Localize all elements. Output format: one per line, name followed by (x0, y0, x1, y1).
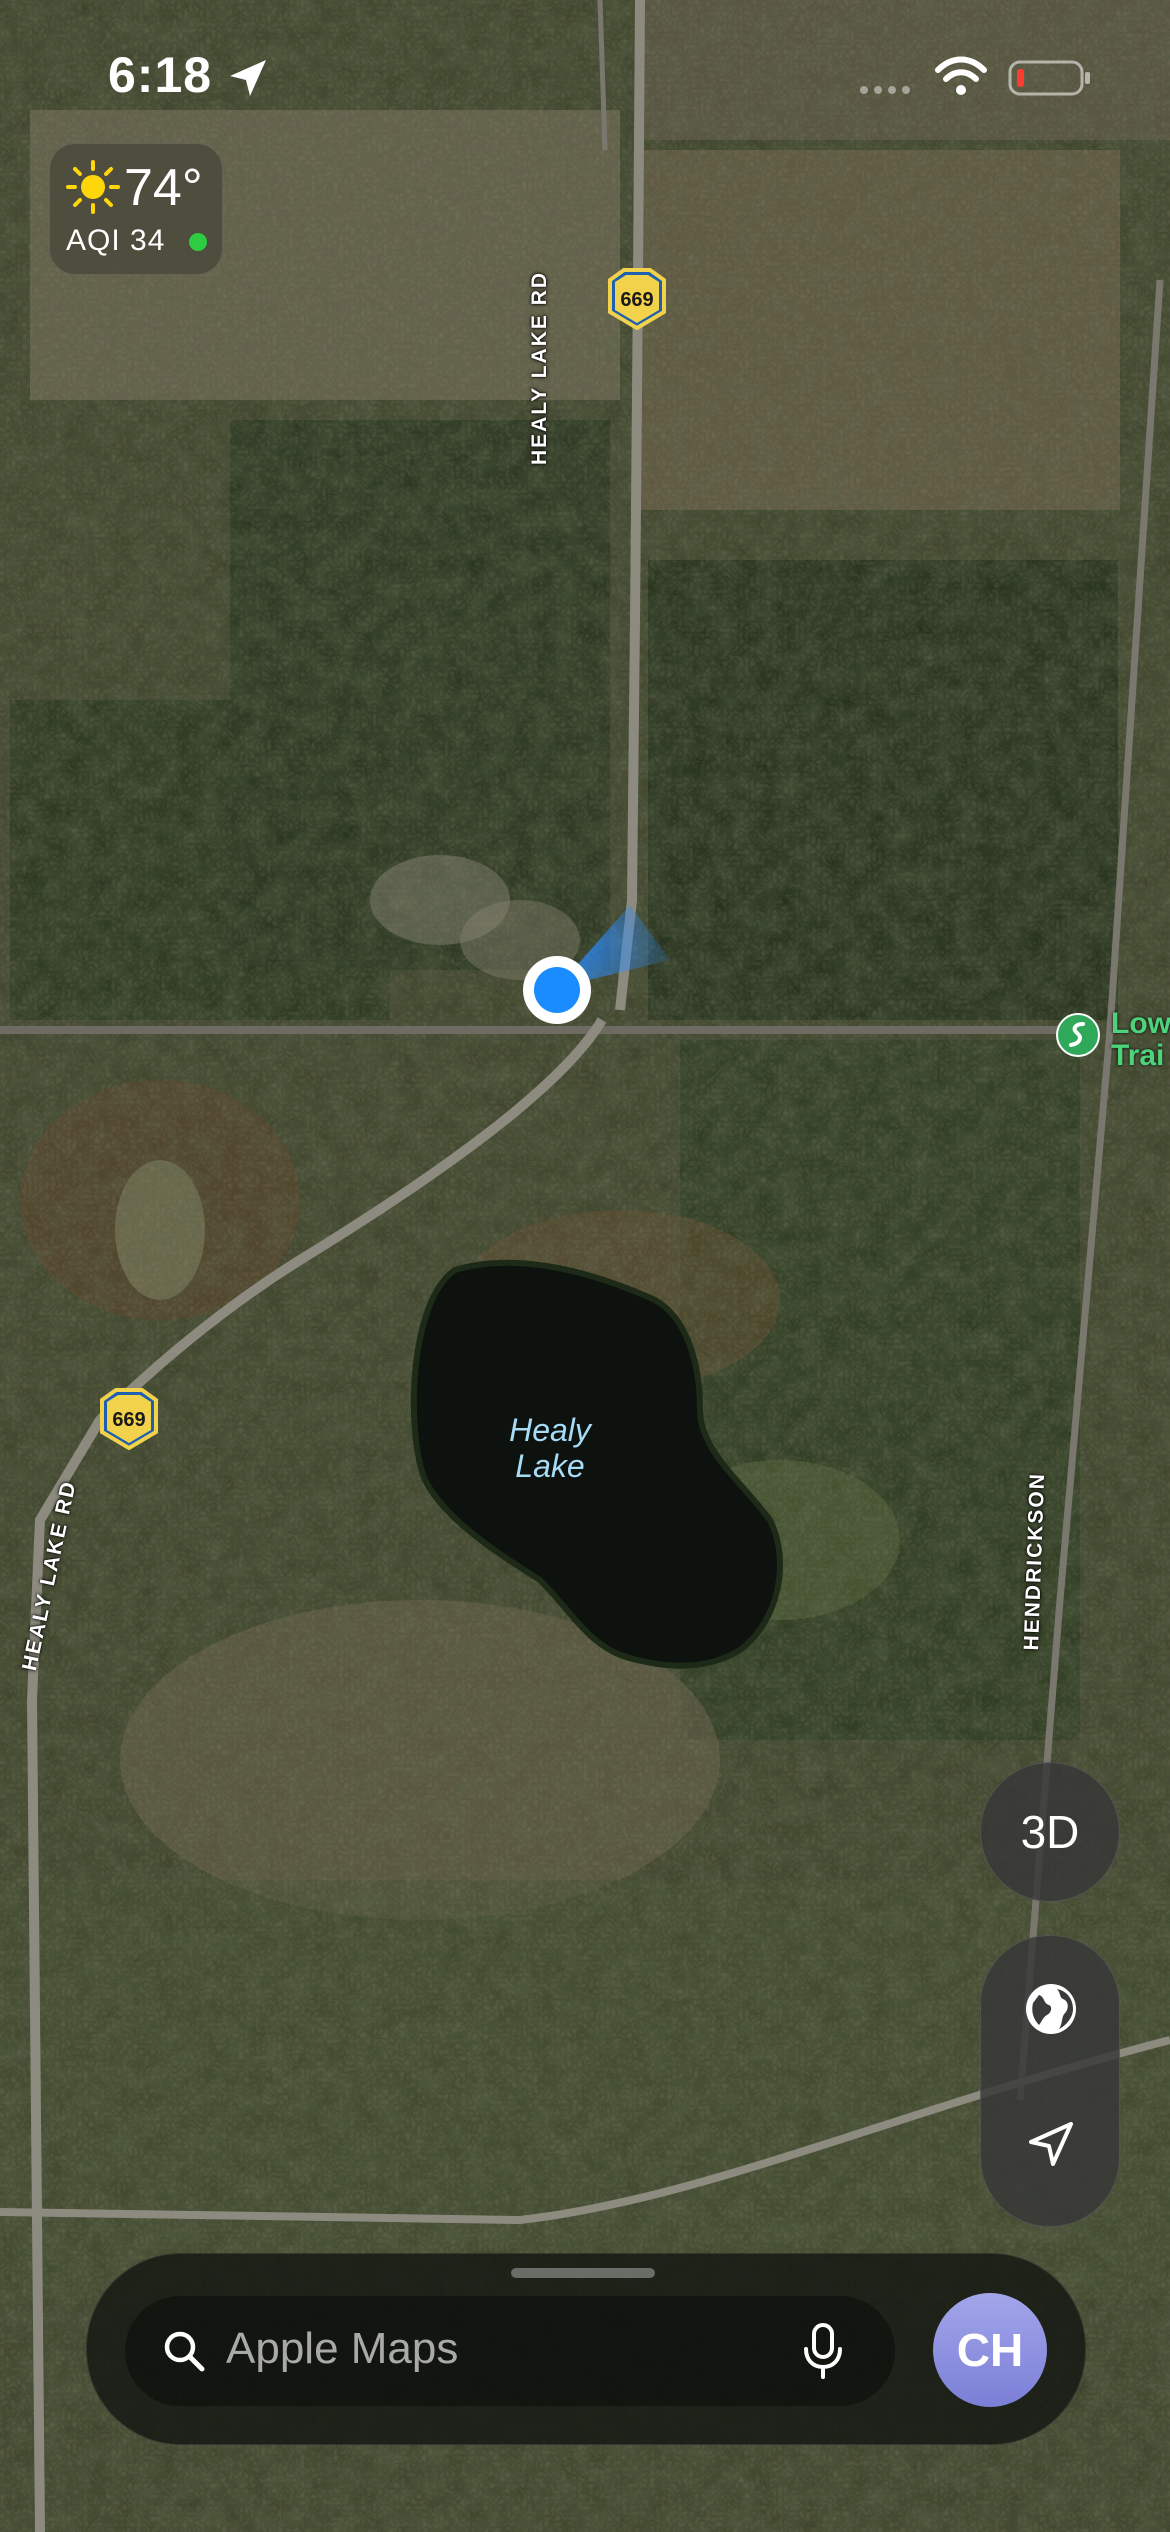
lake-label: Healy Lake (490, 1412, 610, 1484)
weather-widget[interactable]: 74° AQI 34 (49, 143, 223, 275)
profile-avatar[interactable]: CH (933, 2293, 1047, 2407)
search-placeholder[interactable]: Apple Maps (226, 2324, 458, 2374)
trail-icon (1056, 1013, 1100, 1057)
route-shield-icon: 669 (100, 1388, 158, 1450)
status-bar: 6:18 (0, 0, 1170, 150)
location-arrow-icon (230, 60, 266, 96)
sun-icon (66, 160, 120, 214)
lake-label-line2: Lake (515, 1448, 585, 1484)
road-label-healy-lake-rd-north: HEALY LAKE RD (528, 270, 551, 465)
poi-label-line1: Low (1111, 1007, 1170, 1040)
wifi-icon (935, 56, 987, 95)
battery-icon (1008, 60, 1090, 96)
status-time: 6:18 (108, 47, 213, 103)
search-sheet[interactable]: Apple Maps CH (86, 2253, 1086, 2445)
search-field[interactable]: Apple Maps (125, 2296, 895, 2406)
route-shield-number: 669 (620, 289, 653, 311)
air-quality-index: AQI 34 (66, 224, 166, 257)
sheet-grabber[interactable] (511, 2268, 655, 2278)
map-controls (980, 1935, 1120, 2227)
route-shield-number: 669 (112, 1409, 145, 1431)
cellular-signal-icon (860, 86, 910, 94)
lake-label-line1: Healy (509, 1412, 591, 1448)
poi-trail[interactable]: Low Trai (1055, 1008, 1170, 1078)
aqi-status-dot (189, 233, 207, 251)
user-location-dot[interactable] (534, 967, 580, 1013)
3d-view-button[interactable]: 3D (980, 1762, 1120, 1902)
poi-label-line2: Trai (1111, 1039, 1165, 1072)
globe-icon[interactable] (1023, 1981, 1079, 2037)
temperature: 74° (124, 159, 203, 217)
route-shield-icon: 669 (608, 268, 666, 330)
search-icon (164, 2331, 205, 2372)
microphone-icon[interactable] (801, 2322, 845, 2380)
navigation-arrow-icon[interactable] (1023, 2116, 1079, 2172)
